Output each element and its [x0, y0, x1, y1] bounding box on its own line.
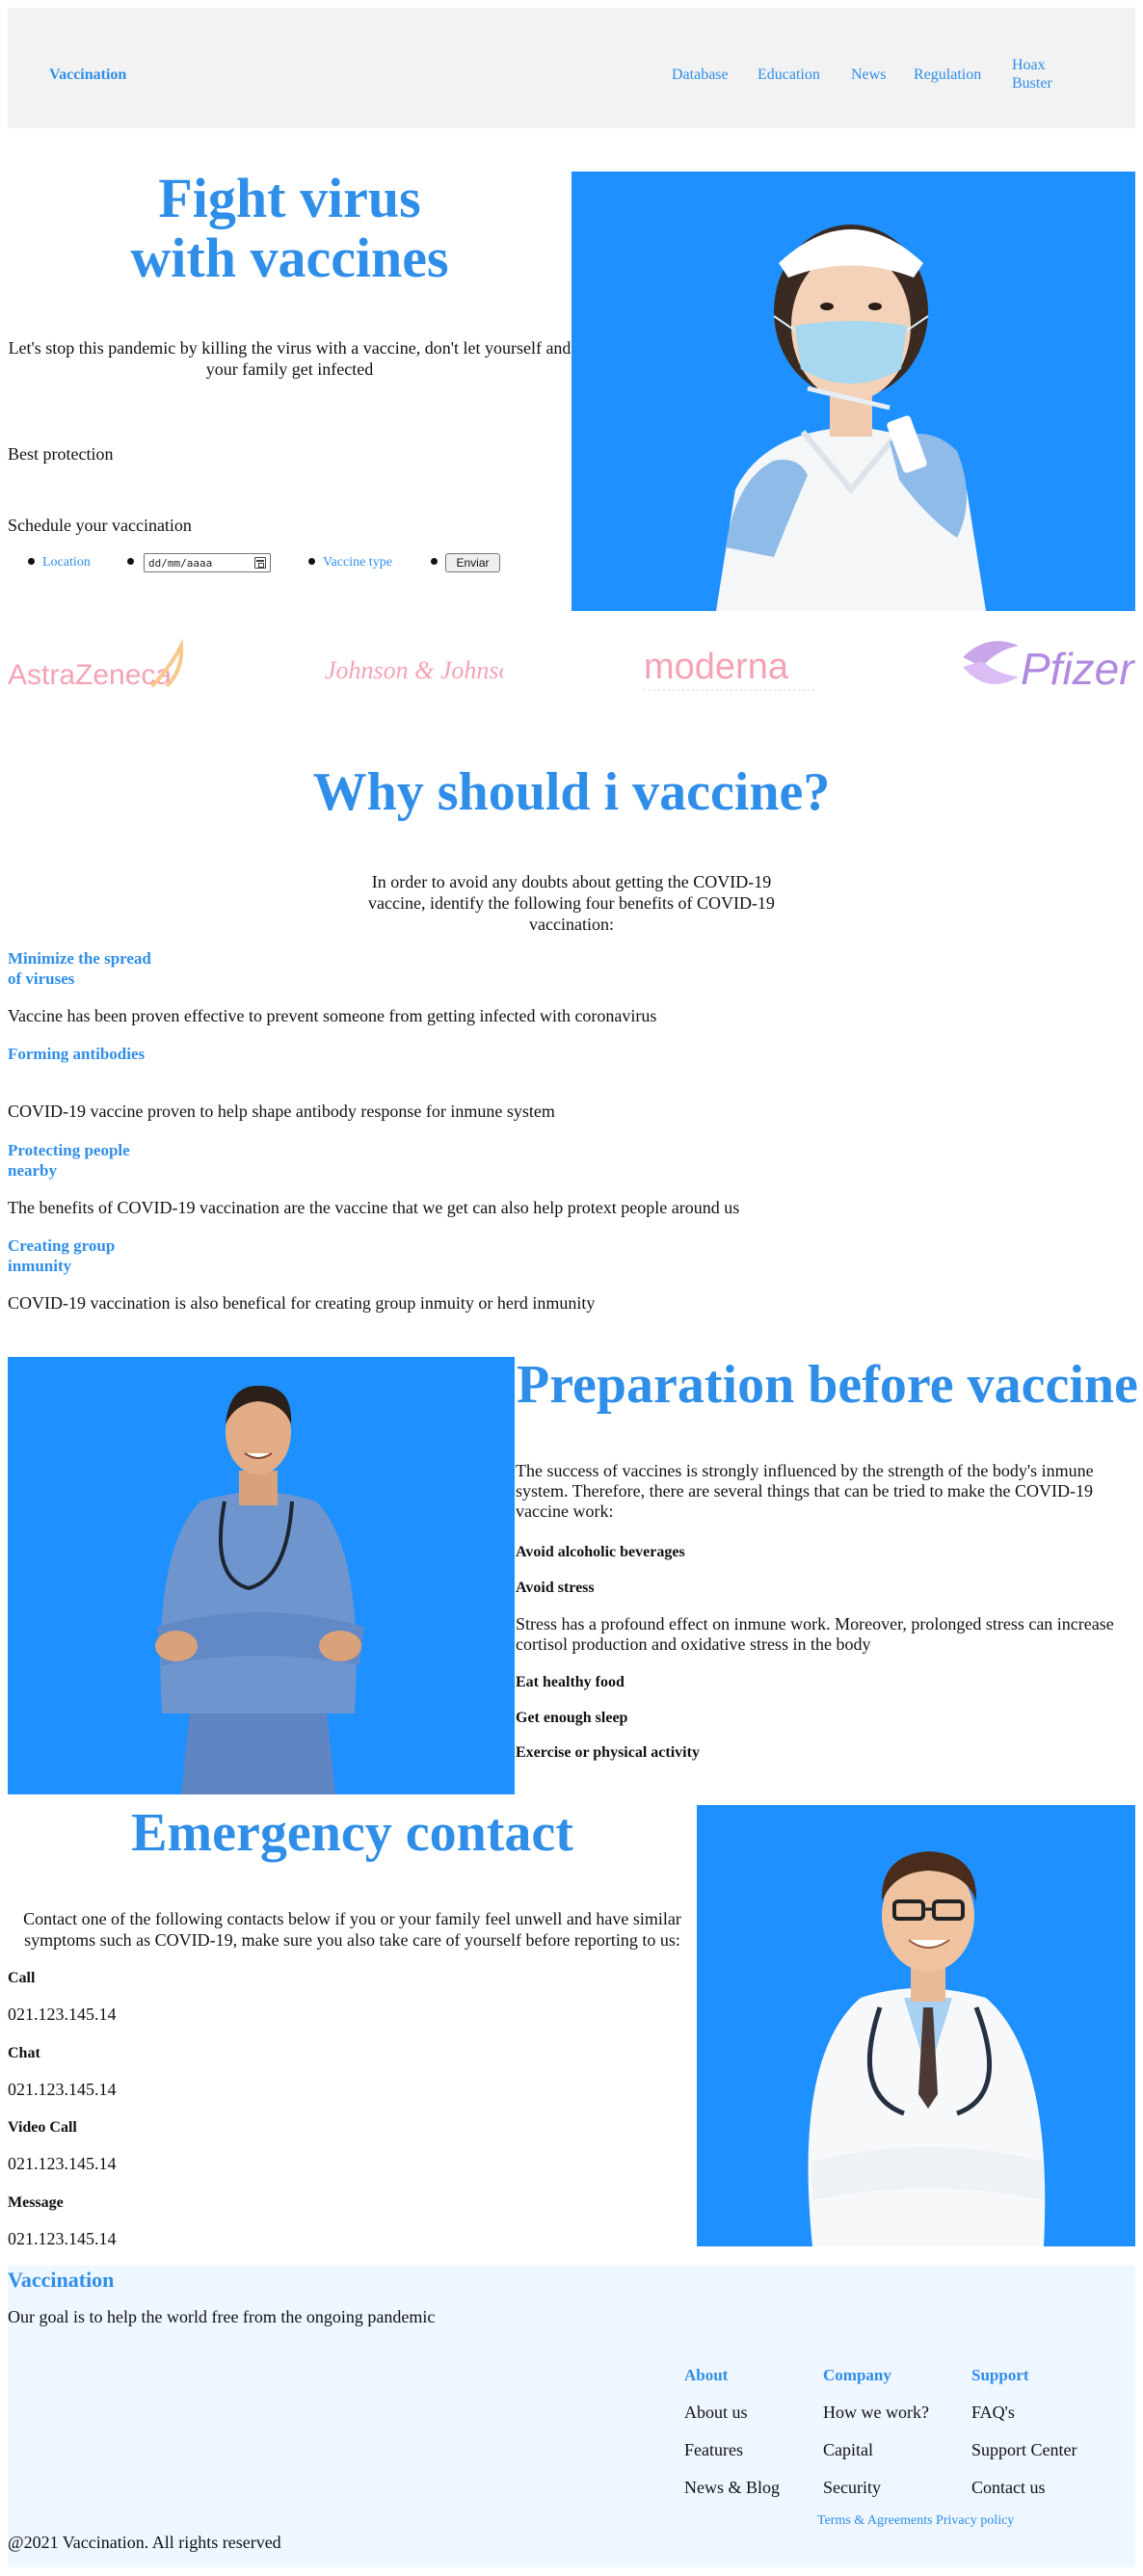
hero-description: Let's stop this pandemic by killing the …: [8, 338, 572, 379]
footer-link-features[interactable]: Features: [684, 2440, 743, 2460]
pfizer-logo: Pfizer: [959, 628, 1135, 705]
hero-title: Fight virus with vaccines: [8, 169, 572, 288]
contact-label: Video Call: [8, 2119, 77, 2136]
list-bullet: [308, 558, 315, 565]
calendar-icon[interactable]: [254, 557, 266, 569]
nurse-illustration: [572, 172, 1135, 611]
footer-link-security[interactable]: Security: [823, 2478, 881, 2498]
why-title: Why should i vaccine?: [312, 762, 831, 822]
footer-brand: Vaccination: [8, 2268, 115, 2292]
footer-link-how-we-work[interactable]: How we work?: [823, 2403, 929, 2423]
contact-label: Call: [8, 1970, 36, 1986]
footer-about-heading: About: [684, 2366, 729, 2384]
date-input[interactable]: dd/mm/aaaa: [144, 553, 271, 572]
doctor-glasses-image: [697, 1805, 1135, 2246]
prep-item: Avoid stress: [516, 1580, 595, 1596]
astrazeneca-logo: AstraZeneca: [8, 636, 191, 704]
list-bullet: [431, 558, 438, 565]
terms-link[interactable]: Terms & Agreements: [817, 2513, 933, 2528]
footer-link-faqs[interactable]: FAQ's: [971, 2403, 1015, 2423]
nav-link-regulation[interactable]: Regulation: [914, 66, 981, 84]
brand-link[interactable]: Vaccination: [49, 66, 126, 84]
emergency-description: Contact one of the following contacts be…: [23, 1909, 681, 1950]
moderna-logo-text: moderna: [644, 647, 789, 687]
benefit-text: COVID-19 vaccination is also benefical f…: [8, 1293, 596, 1313]
list-bullet: [28, 558, 35, 565]
footer-link-news-blog[interactable]: News & Blog: [684, 2478, 780, 2498]
footer-support-heading: Support: [971, 2366, 1029, 2384]
benefit-text: COVID-19 vaccine proven to help shape an…: [8, 1102, 555, 1121]
nurse-image: [572, 172, 1135, 611]
nav-link-database[interactable]: Database: [672, 66, 729, 84]
benefit-title: Creating group inmunity: [8, 1236, 116, 1275]
footer-link-contact-us[interactable]: Contact us: [971, 2478, 1046, 2498]
contact-value: 021.123.145.14: [8, 2154, 117, 2173]
schedule-heading: Schedule your vaccination: [8, 516, 192, 535]
prep-item: Exercise or physical activity: [516, 1744, 700, 1761]
preparation-title: Preparation before vaccine: [517, 1355, 1138, 1415]
footer: Vaccination Our goal is to help the worl…: [8, 2266, 1135, 2567]
nav-link-news[interactable]: News: [851, 66, 886, 84]
footer-legal-links: Terms & Agreements Privacy policy: [817, 2513, 1014, 2529]
benefit-title: Forming antibodies: [8, 1045, 146, 1063]
hero-title-line1: Fight virus: [158, 167, 421, 229]
contact-label: Chat: [8, 2045, 40, 2061]
benefit-text: Vaccine has been proven effective to pre…: [8, 1006, 657, 1025]
contact-value: 021.123.145.14: [8, 2229, 117, 2248]
emergency-title: Emergency contact: [131, 1803, 573, 1863]
top-navbar: Vaccination Database Education News Regu…: [8, 8, 1135, 128]
schedule-form: Location dd/mm/aaaa Vaccine type Enviar: [8, 553, 576, 574]
footer-company-heading: Company: [823, 2366, 891, 2384]
doctor-arms-crossed-image: [8, 1357, 515, 1794]
footer-goal: Our goal is to help the world free from …: [8, 2307, 436, 2326]
date-placeholder: dd/mm/aaaa: [148, 557, 213, 570]
contact-label: Message: [8, 2194, 64, 2211]
johnson-johnson-logo: Johnson & Johnson: [325, 636, 524, 704]
male-nurse-illustration: [8, 1357, 515, 1794]
astrazeneca-logo-text: AstraZeneca: [8, 659, 172, 691]
footer-link-support-center[interactable]: Support Center: [971, 2440, 1077, 2460]
best-protection-label: Best protection: [8, 444, 114, 464]
prep-item: Get enough sleep: [516, 1710, 628, 1726]
footer-link-capital[interactable]: Capital: [823, 2440, 873, 2460]
pfizer-logo-text: Pfizer: [1021, 644, 1135, 694]
hero-title-line2: with vaccines: [130, 226, 449, 289]
why-intro: In order to avoid any doubts about getti…: [368, 872, 775, 934]
copyright: @2021 Vaccination. All rights reserved: [8, 2533, 281, 2552]
nav-link-hoax-buster[interactable]: Hoax Buster: [1012, 56, 1070, 93]
jnj-logo-text: Johnson & Johnson: [325, 656, 503, 684]
nav-link-education[interactable]: Education: [758, 66, 820, 84]
moderna-logo: moderna: [644, 636, 817, 704]
contact-value: 021.123.145.14: [8, 2080, 117, 2099]
benefit-text: The benefits of COVID-19 vaccination are…: [8, 1198, 740, 1217]
doctor-illustration: [697, 1805, 1135, 2246]
preparation-intro: The success of vaccines is strongly infl…: [516, 1461, 1094, 1521]
stress-text: Stress has a profound effect on inmune w…: [516, 1614, 1114, 1654]
list-bullet: [127, 558, 134, 565]
benefit-title: Protecting people nearby: [8, 1141, 130, 1180]
prep-item: Avoid alcoholic beverages: [516, 1544, 685, 1560]
benefit-title: Minimize the spread of viruses: [8, 949, 151, 988]
contact-value: 021.123.145.14: [8, 2005, 117, 2024]
footer-link-about-us[interactable]: About us: [684, 2403, 748, 2423]
prep-item: Eat healthy food: [516, 1674, 625, 1690]
privacy-link[interactable]: Privacy policy: [936, 2513, 1014, 2528]
vaccine-type-link[interactable]: Vaccine type: [323, 555, 392, 571]
location-link[interactable]: Location: [42, 555, 91, 571]
submit-button[interactable]: Enviar: [445, 553, 500, 572]
